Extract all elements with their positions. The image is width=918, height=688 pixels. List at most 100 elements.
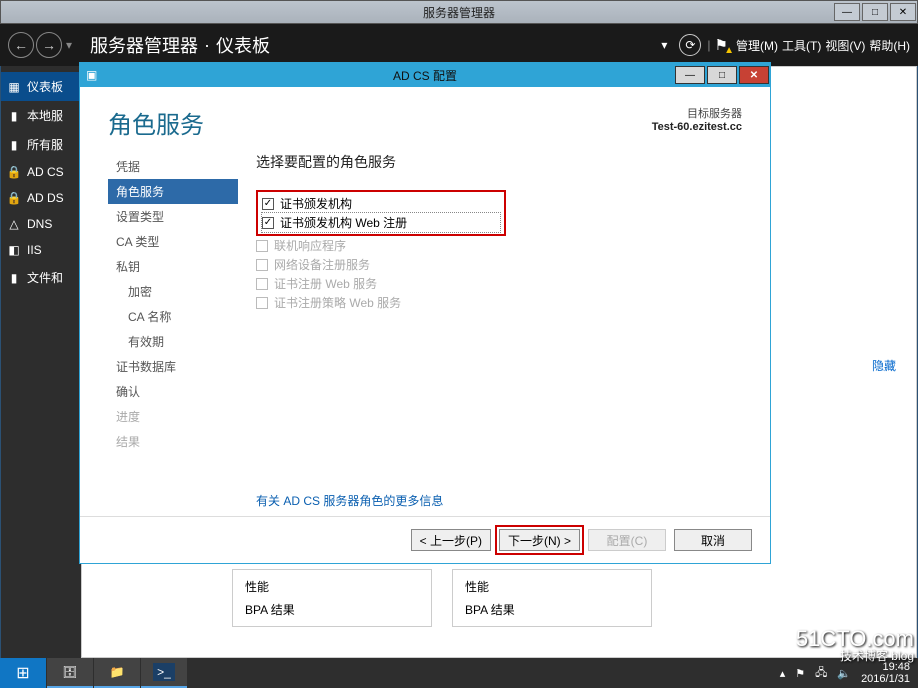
breadcrumb-app: 服务器管理器 [90, 32, 198, 58]
arrow-left-icon: ← [14, 37, 28, 53]
sidebar-item-label: 仪表板 [27, 78, 63, 95]
outer-close-button[interactable]: ✕ [890, 3, 916, 21]
sidebar-item-1[interactable]: ▮ 本地服 [1, 101, 81, 130]
checkbox[interactable] [262, 198, 274, 210]
dialog-titlebar[interactable]: ▣ AD CS 配置 — □ ✕ [80, 63, 770, 87]
taskbar-powershell[interactable]: >_ [141, 658, 187, 688]
role-checkbox-row-2: 联机响应程序 [256, 236, 742, 255]
refresh-icon: ⟳ [685, 38, 695, 52]
role-label: 证书颁发机构 Web 注册 [280, 214, 407, 231]
tray-volume-icon[interactable]: 🔈 [837, 667, 851, 680]
sidebar-item-icon: ◧ [7, 243, 21, 257]
dialog-title: AD CS 配置 [393, 67, 457, 84]
sidebar-item-icon: 🔒 [7, 191, 21, 205]
sidebar-item-icon: ▮ [7, 271, 21, 285]
wizard-nav-validity[interactable]: 有效期 [108, 329, 238, 354]
sidebar-item-icon: 🔒 [7, 165, 21, 179]
sidebar-item-label: IIS [27, 243, 42, 257]
sidebar-item-4[interactable]: 🔒 AD DS [1, 185, 81, 211]
sidebar-item-icon: ▮ [7, 109, 21, 123]
menu-manage[interactable]: 管理(M) [736, 37, 778, 54]
breadcrumb-separator: · [204, 35, 210, 56]
wizard-nav-progress: 进度 [108, 404, 238, 429]
tile-header: 性能 [245, 578, 419, 595]
role-checkbox-row-3: 网络设备注册服务 [256, 255, 742, 274]
nav-forward-button[interactable]: → [36, 32, 62, 58]
next-button[interactable]: 下一步(N) > [499, 529, 580, 551]
menu-help[interactable]: 帮助(H) [869, 37, 910, 54]
wizard-nav-confirm[interactable]: 确认 [108, 379, 238, 404]
sidebar-item-5[interactable]: △ DNS [1, 211, 81, 237]
tray-clock[interactable]: 19:48 2016/1/31 [861, 661, 910, 685]
target-server-value: Test-60.ezitest.cc [652, 121, 742, 133]
sidebar-item-icon: △ [7, 217, 21, 231]
highlighted-roles-box: 证书颁发机构证书颁发机构 Web 注册 [256, 190, 506, 236]
sidebar-item-label: 本地服 [27, 107, 63, 124]
role-label: 证书注册策略 Web 服务 [274, 294, 401, 311]
folder-icon: 📁 [110, 665, 125, 679]
hide-link[interactable]: 隐藏 [872, 357, 896, 374]
prev-button[interactable]: < 上一步(P) [411, 529, 491, 551]
sidebar-item-label: DNS [27, 217, 52, 231]
wizard-nav-cert-db[interactable]: 证书数据库 [108, 354, 238, 379]
start-button[interactable]: ⊞ [0, 658, 46, 688]
windows-logo-icon: ⊞ [16, 663, 29, 683]
refresh-button[interactable]: ⟳ [679, 34, 701, 56]
sidebar-item-3[interactable]: 🔒AD CS [1, 159, 81, 185]
tile-result: BPA 结果 [465, 601, 639, 618]
role-checkbox-row-1[interactable]: 证书颁发机构 Web 注册 [262, 213, 500, 232]
wizard-nav-role-services[interactable]: 角色服务 [108, 179, 238, 204]
wizard-nav-credentials[interactable]: 凭据 [108, 154, 238, 179]
sidebar-item-label: AD DS [27, 191, 64, 205]
wizard-nav-ca-name[interactable]: CA 名称 [108, 304, 238, 329]
server-manager-nav: ▦仪表板▮本地服▮所有服🔒AD CS🔒AD DS△DNS◧IIS▮文件和 [1, 66, 81, 658]
checkbox [256, 297, 268, 309]
notifications-button[interactable]: ⚑ ▲ [715, 36, 728, 54]
wizard-nav-cryptography[interactable]: 加密 [108, 279, 238, 304]
checkbox [256, 240, 268, 252]
learn-more-link[interactable]: 有关 AD CS 服务器角色的更多信息 [256, 492, 742, 509]
dialog-maximize-button[interactable]: □ [707, 66, 737, 84]
dialog-system-icon: ▣ [86, 68, 97, 82]
sidebar-item-2[interactable]: ▮所有服 [1, 130, 81, 159]
taskbar-server-manager[interactable]: 🗄 [47, 658, 93, 688]
configure-button: 配置(C) [588, 529, 666, 551]
system-tray[interactable]: ▴ ⚑ 🖧 🔈 19:48 2016/1/31 [780, 661, 918, 685]
arrow-right-icon: → [42, 37, 56, 53]
wizard-nav-private-key[interactable]: 私钥 [108, 254, 238, 279]
menu-view[interactable]: 视图(V) [825, 37, 865, 54]
sidebar-item-0[interactable]: ▦仪表板 [1, 72, 81, 101]
content-title: 选择要配置的角色服务 [256, 152, 742, 172]
sidebar-item-7[interactable]: ▮文件和 [1, 263, 81, 292]
menu-tools[interactable]: 工具(T) [782, 37, 821, 54]
tile-performance-2: 性能 BPA 结果 [452, 569, 652, 627]
header-dropdown-1[interactable]: ▾ [661, 38, 667, 52]
dialog-close-button[interactable]: ✕ [739, 66, 769, 84]
tray-flag-icon[interactable]: ⚑ [795, 667, 805, 680]
taskbar-explorer[interactable]: 📁 [94, 658, 140, 688]
outer-maximize-button[interactable]: □ [862, 3, 888, 21]
tray-up-icon[interactable]: ▴ [780, 667, 786, 680]
wizard-nav-result: 结果 [108, 429, 238, 454]
wizard-nav: 凭据 角色服务 设置类型 CA 类型 私钥 加密 CA 名称 有效期 证书数据库… [108, 144, 238, 516]
dialog-button-row: < 上一步(P) 下一步(N) > 配置(C) 取消 [80, 517, 770, 563]
checkbox[interactable] [262, 217, 274, 229]
outer-window-titlebar: 服务器管理器 — □ ✕ [0, 0, 918, 24]
role-checkbox-row-0[interactable]: 证书颁发机构 [262, 194, 500, 213]
wizard-content: 选择要配置的角色服务 证书颁发机构证书颁发机构 Web 注册联机响应程序网络设备… [238, 144, 742, 516]
tray-date: 2016/1/31 [861, 673, 910, 685]
role-label: 网络设备注册服务 [274, 256, 370, 273]
tile-result: BPA 结果 [245, 601, 419, 618]
wizard-nav-setup-type[interactable]: 设置类型 [108, 204, 238, 229]
wizard-nav-ca-type[interactable]: CA 类型 [108, 229, 238, 254]
dialog-minimize-button[interactable]: — [675, 66, 705, 84]
sidebar-item-6[interactable]: ◧ IIS [1, 237, 81, 263]
dialog-heading: 角色服务 [108, 105, 204, 140]
role-label: 证书注册 Web 服务 [274, 275, 377, 292]
cancel-button[interactable]: 取消 [674, 529, 752, 551]
nav-dropdown-icon[interactable]: ▾ [66, 38, 72, 52]
outer-minimize-button[interactable]: — [834, 3, 860, 21]
tray-network-icon[interactable]: 🖧 [815, 664, 827, 683]
tile-header: 性能 [465, 578, 639, 595]
nav-back-button[interactable]: ← [8, 32, 34, 58]
